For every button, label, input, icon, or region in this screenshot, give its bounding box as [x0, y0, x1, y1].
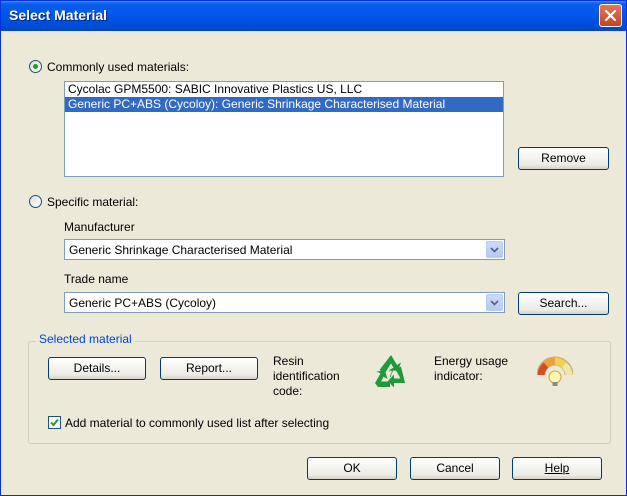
add-to-common-list-label[interactable]: Add material to commonly used list after…	[65, 416, 329, 430]
help-button-label: Help	[544, 461, 570, 475]
resin-code-label: Resin identification code:	[273, 354, 340, 398]
add-to-common-list-checkbox[interactable]	[48, 416, 61, 429]
trade-name-value: Generic PC+ABS (Cycoloy)	[69, 296, 217, 310]
energy-usage-label: Energy usage indicator:	[434, 354, 509, 383]
specific-material-label[interactable]: Specific material:	[47, 195, 138, 209]
title-bar[interactable]: Select Material	[1, 1, 626, 31]
manufacturer-label: Manufacturer	[64, 220, 135, 234]
remove-button[interactable]: Remove	[518, 147, 609, 170]
selected-material-group-title: Selected material	[36, 332, 135, 346]
radio-selected-dot	[33, 64, 38, 69]
chevron-down-icon[interactable]	[486, 241, 503, 258]
cancel-button[interactable]: Cancel	[410, 457, 500, 480]
help-button[interactable]: Help	[512, 457, 602, 480]
trade-name-dropdown[interactable]: Generic PC+ABS (Cycoloy)	[64, 292, 505, 313]
energy-gauge-icon	[536, 353, 574, 389]
ok-button[interactable]: OK	[307, 457, 397, 480]
commonly-used-radio[interactable]	[29, 60, 42, 73]
details-button[interactable]: Details...	[48, 357, 146, 380]
trade-name-label: Trade name	[64, 272, 129, 286]
chevron-down-icon[interactable]	[486, 294, 503, 311]
manufacturer-value: Generic Shrinkage Characterised Material	[69, 243, 293, 257]
common-materials-list[interactable]: Cycolac GPM5500: SABIC Innovative Plasti…	[64, 81, 504, 177]
dialog-title: Select Material	[9, 7, 108, 23]
list-item-selected[interactable]: Generic PC+ABS (Cycoloy): Generic Shrink…	[65, 97, 503, 112]
specific-material-radio[interactable]	[29, 195, 42, 208]
close-button[interactable]	[599, 4, 622, 27]
search-button[interactable]: Search...	[518, 292, 609, 315]
manufacturer-dropdown[interactable]: Generic Shrinkage Characterised Material	[64, 239, 505, 260]
checkmark-icon	[50, 418, 59, 427]
list-item[interactable]: Cycolac GPM5500: SABIC Innovative Plasti…	[65, 82, 503, 97]
select-material-dialog: Select Material Commonly used materials:…	[0, 0, 627, 496]
close-icon	[604, 9, 617, 22]
resin-code-number: 7	[388, 369, 393, 379]
report-button[interactable]: Report...	[160, 357, 258, 380]
recycle-icon: 7	[371, 353, 411, 391]
commonly-used-label[interactable]: Commonly used materials:	[47, 60, 189, 74]
